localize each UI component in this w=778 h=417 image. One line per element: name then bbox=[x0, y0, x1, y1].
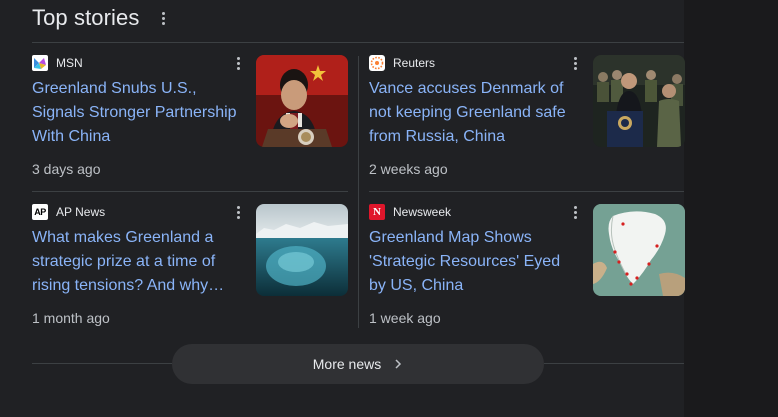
story-thumbnail[interactable] bbox=[256, 204, 348, 296]
story-card[interactable]: N Newsweek Greenland Map Shows 'Strategi… bbox=[369, 204, 685, 344]
newsweek-logo-icon: N bbox=[369, 204, 385, 220]
header-divider bbox=[32, 42, 684, 43]
story-more-options-icon[interactable] bbox=[569, 204, 581, 220]
story-more-options-icon[interactable] bbox=[232, 204, 244, 220]
story-source: MSN bbox=[32, 55, 83, 71]
source-name: Reuters bbox=[393, 56, 436, 70]
source-name: MSN bbox=[56, 56, 83, 70]
source-name: Newsweek bbox=[393, 205, 452, 219]
more-divider-right bbox=[544, 363, 684, 364]
more-news-button[interactable]: More news bbox=[172, 344, 544, 384]
story-time: 1 week ago bbox=[369, 310, 441, 326]
right-panel-background bbox=[684, 0, 778, 417]
column-divider bbox=[358, 56, 359, 328]
reuters-logo-icon bbox=[369, 55, 385, 71]
story-card[interactable]: MSN Greenland Snubs U.S., Signals Strong… bbox=[32, 55, 348, 195]
story-headline[interactable]: Greenland Map Shows 'Strategic Resources… bbox=[369, 226, 581, 298]
msn-logo-icon bbox=[32, 55, 48, 71]
top-stories-header: Top stories bbox=[32, 4, 171, 32]
story-source: AP AP News bbox=[32, 204, 105, 220]
section-more-options-icon[interactable] bbox=[155, 8, 171, 28]
story-headline[interactable]: What makes Greenland a strategic prize a… bbox=[32, 226, 244, 298]
story-thumbnail[interactable] bbox=[593, 204, 685, 296]
story-thumbnail[interactable] bbox=[593, 55, 685, 147]
story-headline[interactable]: Vance accuses Denmark of not keeping Gre… bbox=[369, 77, 581, 149]
story-thumbnail[interactable] bbox=[256, 55, 348, 147]
story-time: 3 days ago bbox=[32, 161, 101, 177]
ap-news-logo-icon: AP bbox=[32, 204, 48, 220]
section-title: Top stories bbox=[32, 5, 140, 30]
story-source: N Newsweek bbox=[369, 204, 451, 220]
more-news-label: More news bbox=[312, 356, 382, 372]
more-divider-left bbox=[32, 363, 172, 364]
story-more-options-icon[interactable] bbox=[569, 55, 581, 71]
story-headline[interactable]: Greenland Snubs U.S., Signals Stronger P… bbox=[32, 77, 244, 149]
source-name: AP News bbox=[56, 205, 106, 219]
story-more-options-icon[interactable] bbox=[232, 55, 244, 71]
chevron-right-icon bbox=[395, 359, 402, 369]
story-time: 1 month ago bbox=[32, 310, 110, 326]
story-card[interactable]: Reuters Vance accuses Denmark of not kee… bbox=[369, 55, 685, 195]
story-time: 2 weeks ago bbox=[369, 161, 448, 177]
story-source: Reuters bbox=[369, 55, 435, 71]
story-card[interactable]: AP AP News What makes Greenland a strate… bbox=[32, 204, 348, 344]
